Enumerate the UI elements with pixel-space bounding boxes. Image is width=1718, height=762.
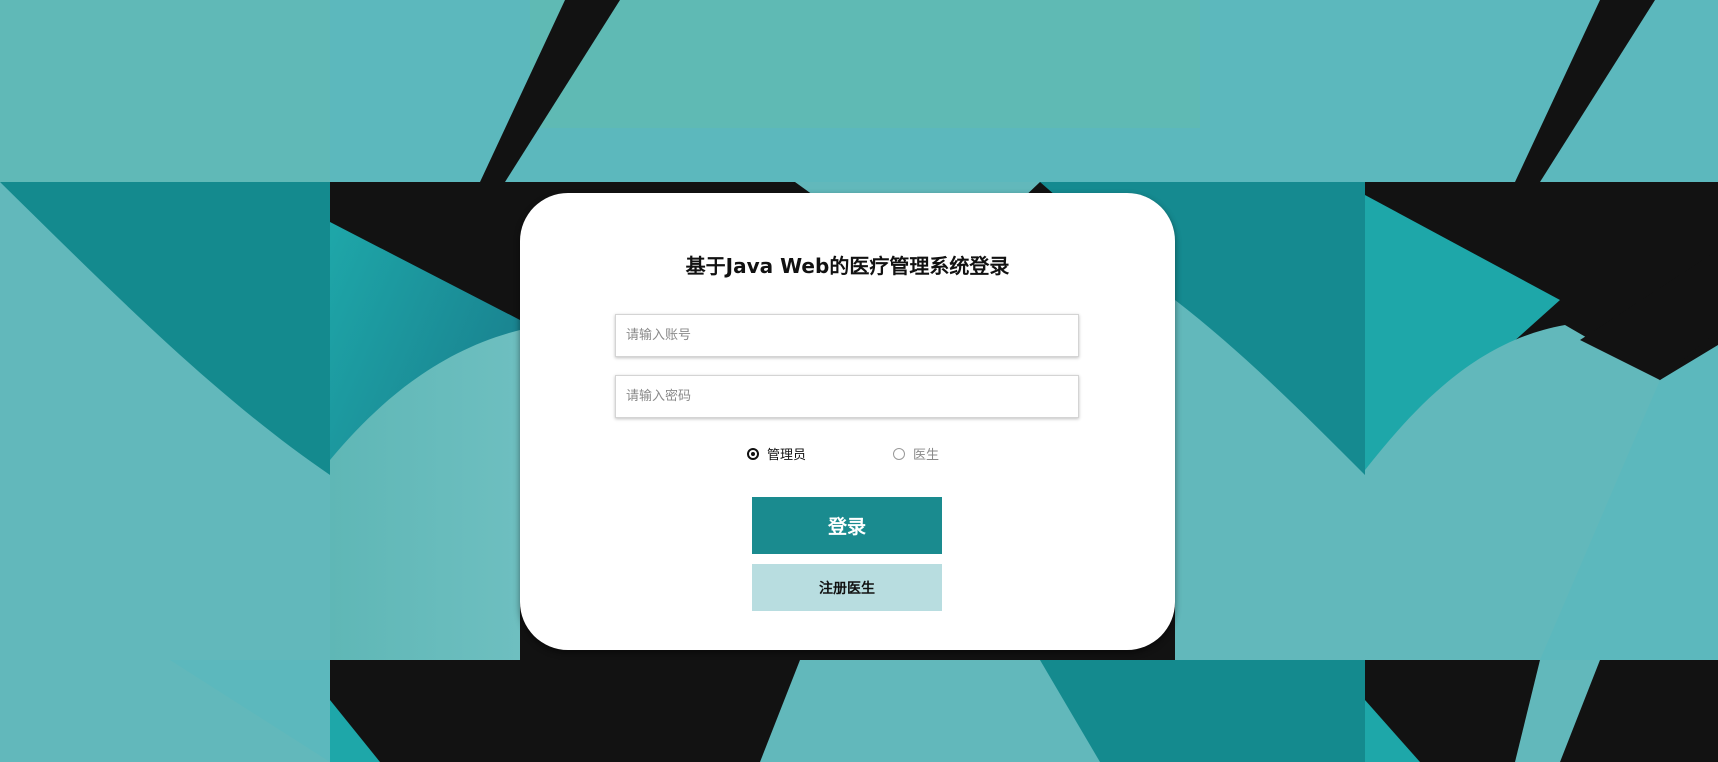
- register-doctor-button[interactable]: 注册医生: [752, 564, 942, 611]
- page-title: 基于Java Web的医疗管理系统登录: [685, 254, 1010, 278]
- login-page: 基于Java Web的医疗管理系统登录 管理员 医生 登录 注册医生: [0, 0, 1718, 762]
- role-doctor-radio[interactable]: [893, 447, 905, 460]
- role-admin-radio[interactable]: [747, 447, 759, 460]
- role-admin-option[interactable]: 管理员: [747, 444, 806, 463]
- role-doctor-option[interactable]: 医生: [893, 444, 939, 463]
- login-card: 基于Java Web的医疗管理系统登录 管理员 医生 登录 注册医生: [520, 193, 1175, 650]
- account-input[interactable]: [615, 314, 1079, 357]
- password-input[interactable]: [615, 375, 1079, 418]
- role-admin-label: 管理员: [767, 448, 807, 463]
- role-doctor-label: 医生: [913, 448, 940, 463]
- role-radio-group: 管理员 医生: [520, 444, 1175, 464]
- login-button[interactable]: 登录: [752, 497, 942, 554]
